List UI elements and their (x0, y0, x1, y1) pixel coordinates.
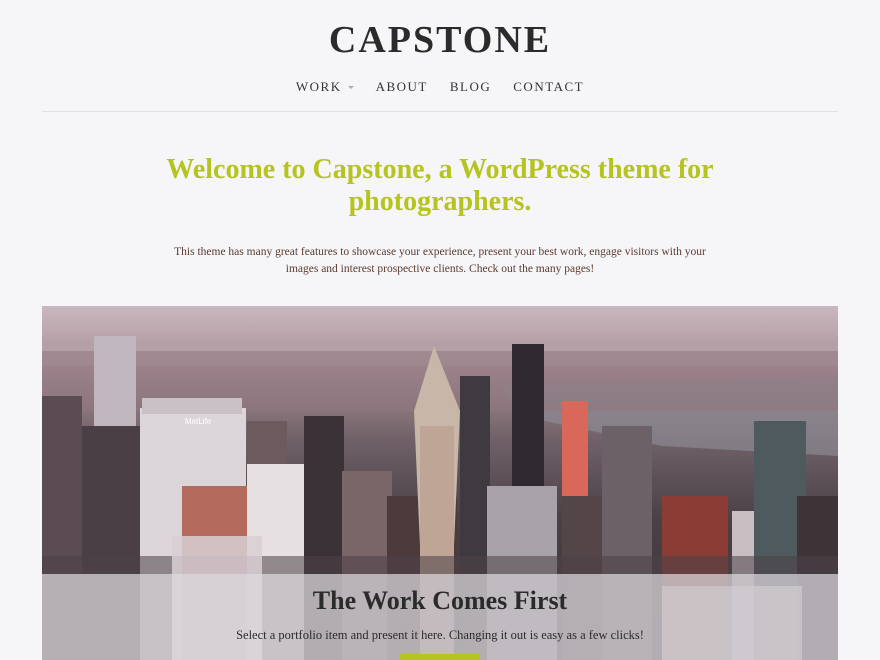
nav-item-blog[interactable]: BLOG (450, 79, 491, 95)
hero-caption-title: The Work Comes First (312, 586, 568, 615)
nav-item-contact[interactable]: CONTACT (513, 79, 584, 95)
site-title[interactable]: CAPSTONE (0, 18, 880, 62)
hero-caption: The Work Comes First Select a portfolio … (42, 574, 838, 660)
header-divider (42, 111, 838, 112)
chevron-down-icon (347, 85, 354, 89)
page-headline: Welcome to Capstone, a WordPress theme f… (166, 154, 714, 217)
nav-item-work-label: WORK (295, 79, 342, 94)
nav-item-about[interactable]: ABOUT (376, 79, 428, 95)
metlife-sign: MetLife (185, 417, 212, 426)
hero-image[interactable]: MetLife The Work Comes First Select a po… (42, 306, 838, 660)
hero-cta-button[interactable] (400, 654, 480, 660)
intro-text: This theme has many great features to sh… (174, 246, 706, 275)
hero-caption-text: Select a portfolio item and present it h… (236, 628, 644, 642)
main-nav: WORK ABOUT BLOG CONTACT (0, 79, 880, 95)
nav-item-work[interactable]: WORK (296, 79, 354, 95)
